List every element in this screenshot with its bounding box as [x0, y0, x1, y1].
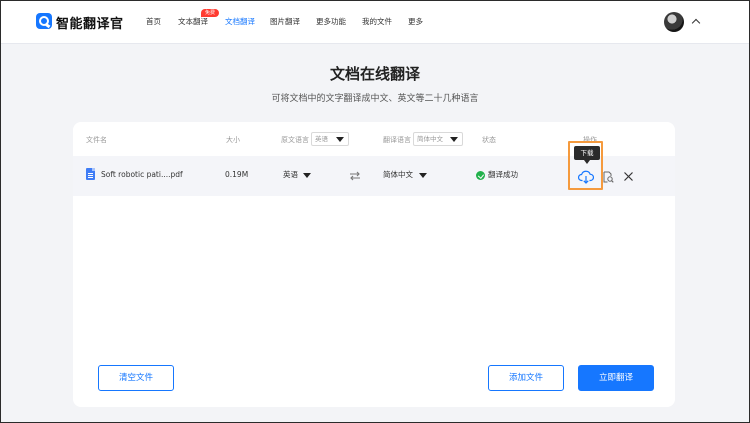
nav-doc-translate[interactable]: 文档翻译: [225, 1, 255, 43]
row-source-lang[interactable]: 英语: [283, 170, 298, 180]
app-window: 智能翻译官 首页 文本翻译 免费 文档翻译 图片翻译 更多功能 我的文件 更多 …: [0, 0, 750, 423]
swap-icon[interactable]: [349, 170, 361, 182]
header-status: 状态: [482, 136, 496, 144]
source-lang-select-value: 英语: [315, 135, 328, 143]
status-text: 翻译成功: [488, 170, 518, 179]
nav-more[interactable]: 更多: [408, 1, 423, 43]
add-file-button[interactable]: 添加文件: [488, 365, 564, 391]
success-icon: [476, 171, 485, 180]
nav-text-translate[interactable]: 文本翻译: [178, 1, 208, 43]
close-icon[interactable]: [623, 171, 634, 182]
cloud-download-icon[interactable]: [578, 170, 594, 184]
header-size: 大小: [226, 136, 240, 144]
avatar[interactable]: [664, 12, 684, 32]
chevron-up-icon[interactable]: [691, 18, 701, 28]
nav-my-files[interactable]: 我的文件: [362, 1, 392, 43]
target-lang-select[interactable]: 简体中文: [413, 132, 463, 146]
file-icon: [86, 168, 95, 180]
header-filename: 文件名: [86, 136, 107, 144]
header-source-lang: 原文语言: [281, 136, 309, 144]
free-badge: 免费: [201, 9, 220, 17]
nav-more-features[interactable]: 更多功能: [316, 1, 346, 43]
file-name: Soft robotic pati....pdf: [101, 170, 183, 179]
row-target-lang[interactable]: 简体中文: [383, 170, 413, 180]
top-nav-bar: 智能翻译官 首页 文本翻译 免费 文档翻译 图片翻译 更多功能 我的文件 更多: [1, 1, 749, 44]
target-lang-select-value: 简体中文: [417, 135, 443, 143]
nav-home[interactable]: 首页: [146, 1, 161, 43]
translate-logo-icon[interactable]: [36, 13, 52, 29]
page-subtitle: 可将文档中的文字翻译成中文、英文等二十几种语言: [271, 94, 479, 104]
header-target-lang: 翻译语言: [383, 136, 411, 144]
nav-image-translate[interactable]: 图片翻译: [270, 1, 300, 43]
caret-down-icon: [336, 137, 344, 142]
brand-name[interactable]: 智能翻译官: [56, 13, 124, 32]
translate-now-button[interactable]: 立即翻译: [578, 365, 654, 391]
download-tooltip: 下载: [574, 146, 600, 164]
preview-icon[interactable]: [602, 171, 614, 183]
page-title: 文档在线翻译: [329, 65, 420, 83]
caret-down-icon: [450, 137, 458, 142]
file-size: 0.19M: [225, 170, 249, 179]
caret-down-icon[interactable]: [419, 173, 427, 178]
source-lang-select[interactable]: 英语: [311, 132, 349, 146]
clear-files-button[interactable]: 清空文件: [98, 365, 174, 391]
caret-down-icon[interactable]: [303, 173, 311, 178]
